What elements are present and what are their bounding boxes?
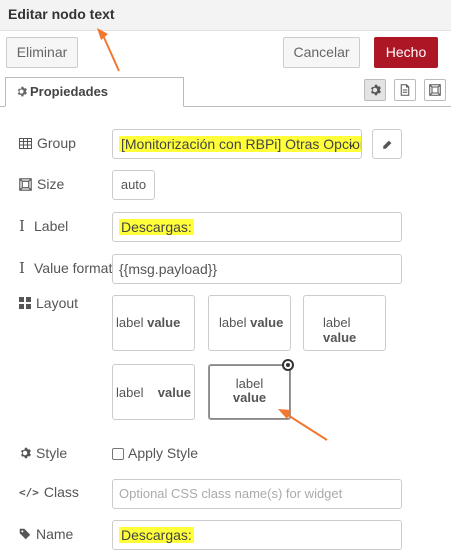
class-input[interactable]: Optional CSS class name(s) for widget — [112, 479, 402, 509]
delete-button[interactable]: Eliminar — [6, 37, 78, 68]
tab-properties[interactable]: Propiedades — [5, 77, 184, 107]
layout-row-label: Layout — [19, 295, 78, 311]
layout-option-value: value — [232, 390, 267, 405]
layout-option-value: value — [323, 330, 357, 345]
layout-option-label: label — [116, 315, 144, 330]
pencil-icon — [383, 140, 392, 149]
label-input[interactable]: Descargas: — [112, 212, 402, 242]
size-icon — [19, 177, 32, 191]
apply-style-checkbox[interactable] — [112, 448, 124, 461]
tab-properties-label: Propiedades — [30, 84, 109, 99]
apply-style-label: Apply Style — [128, 445, 199, 461]
layout-option-label: label — [235, 376, 264, 391]
cog-icon — [21, 447, 31, 459]
layout-option-label: label — [116, 385, 144, 400]
group-row-label: Group — [19, 135, 76, 151]
size-row-label: Size — [19, 176, 64, 192]
layout-option-value: value — [250, 315, 284, 330]
apply-style-row[interactable]: Apply Style — [112, 445, 198, 461]
name-input-value: Descargas: — [119, 527, 194, 543]
class-label: Class — [43, 484, 79, 500]
grid-icon — [19, 297, 31, 309]
chevron-down-icon: ⌄ — [346, 138, 356, 150]
layout-option-column-center[interactable]: label value — [208, 364, 291, 420]
size-button[interactable]: auto — [112, 170, 155, 200]
text-cursor-icon: I — [19, 259, 25, 277]
label-row-label: I Label — [19, 217, 68, 235]
layout-option-label: label — [323, 315, 351, 330]
done-button[interactable]: Hecho — [374, 37, 438, 68]
layout-label: Layout — [36, 295, 79, 311]
dialog-title: Editar nodo text — [8, 6, 115, 22]
label-input-value: Descargas: — [119, 219, 194, 235]
layout-option-row-left[interactable]: label value — [112, 295, 195, 351]
text-cursor-icon: I — [19, 217, 25, 235]
size-label: Size — [37, 176, 65, 192]
name-row-label: Name — [19, 526, 73, 542]
tab-bar: Propiedades — [0, 77, 451, 107]
value-format-row-label: I Value format — [19, 259, 112, 277]
layout-option-row-right[interactable]: label value — [303, 295, 386, 351]
edit-group-button[interactable] — [372, 129, 402, 159]
frame-icon — [429, 84, 441, 96]
label-label: Label — [34, 218, 69, 234]
file-icon — [400, 84, 410, 96]
name-label: Name — [36, 526, 74, 542]
cancel-button[interactable]: Cancelar — [283, 37, 360, 68]
class-row-label: </> Class — [19, 484, 79, 500]
group-value: [Monitorización con RBPi] Otras Opcior — [119, 136, 361, 152]
layout-option-value: value — [157, 385, 191, 400]
group-select[interactable]: [Monitorización con RBPi] Otras Opcior ⌄ — [112, 129, 362, 159]
tag-icon — [19, 528, 31, 540]
value-format-label: Value format — [34, 260, 113, 276]
cog-icon — [371, 84, 381, 96]
style-row-label: Style — [19, 445, 67, 461]
layout-option-value: value — [147, 315, 181, 330]
value-format-input[interactable]: {{msg.payload}} — [112, 254, 402, 284]
style-label: Style — [36, 445, 68, 461]
layout-option-row-center[interactable]: label value — [208, 295, 291, 351]
tab-appearance-button[interactable] — [424, 79, 446, 101]
layout-selected-radio — [282, 359, 294, 371]
cog-icon — [17, 86, 27, 97]
tab-description-button[interactable] — [394, 79, 416, 101]
name-input[interactable]: Descargas: — [112, 520, 402, 550]
layout-option-label: label — [219, 315, 247, 330]
group-label: Group — [37, 135, 76, 151]
table-icon — [19, 137, 32, 149]
tab-settings-button[interactable] — [364, 79, 386, 101]
code-icon: </> — [19, 485, 39, 499]
layout-option-row-spread[interactable]: label value — [112, 364, 195, 420]
dialog-header: Editar nodo text — [0, 0, 451, 31]
